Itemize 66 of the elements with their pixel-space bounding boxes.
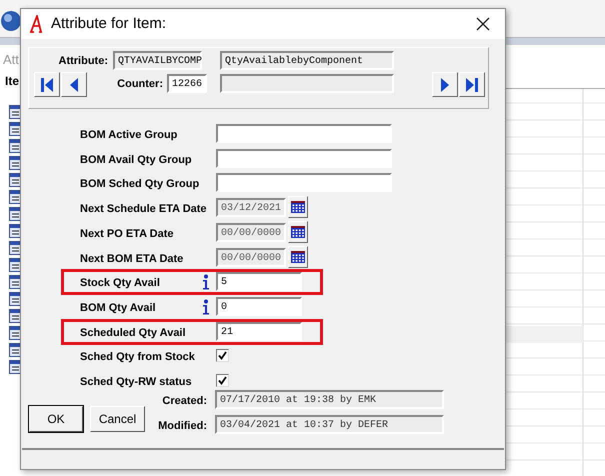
document-icon (9, 326, 22, 340)
next-record-button[interactable] (432, 72, 458, 97)
audit-label: Modified: (157, 419, 207, 434)
field-label: Next PO ETA Date (80, 226, 174, 242)
document-icon (9, 105, 22, 119)
column-header-fragment: Ite (5, 73, 20, 90)
field-label: BOM Qty Avail (80, 300, 156, 316)
field-label: Scheduled Qty Avail (80, 326, 186, 341)
calendar-icon (291, 201, 305, 214)
date-field: 00/00/0000 (216, 248, 286, 266)
calendar-button[interactable] (288, 246, 308, 268)
audit-label: Created: (161, 394, 207, 409)
document-icon (9, 258, 22, 272)
field-label: Next BOM ETA Date (80, 252, 184, 266)
document-icon (9, 156, 22, 170)
check-icon (218, 351, 227, 360)
calendar-button[interactable] (288, 196, 308, 218)
audit-field: 07/17/2010 at 19:38 by EMK (215, 390, 444, 409)
first-icon (40, 76, 54, 92)
document-icon (9, 173, 22, 187)
date-field: 00/00/0000 (216, 222, 286, 242)
first-record-button[interactable] (34, 72, 60, 97)
counter-label: Counter: (116, 77, 163, 92)
field-label: Sched Qty from Stock (80, 350, 195, 366)
attribute-label: Attribute: (58, 54, 108, 69)
document-icon (9, 190, 22, 204)
field-label: BOM Sched Qty Group (80, 177, 200, 192)
document-icon (9, 343, 22, 357)
globe-icon (0, 10, 22, 32)
attribute-name-field: QtyAvailablebyComponent (220, 51, 394, 70)
field-label: Next Schedule ETA Date (80, 202, 207, 218)
field-label: BOM Avail Qty Group (80, 152, 192, 168)
check-icon (218, 376, 227, 385)
document-icon (9, 241, 22, 255)
calendar-icon (291, 226, 305, 238)
field-label: Sched Qty-RW status (80, 375, 192, 390)
window-title: Attribute for Item: (51, 14, 166, 34)
calendar-button[interactable] (288, 220, 308, 243)
number-field: 21 (216, 322, 302, 341)
field-label: BOM Active Group (80, 128, 178, 143)
app-logo-icon (29, 15, 43, 33)
document-icon (9, 309, 22, 323)
document-icon (9, 292, 22, 306)
audit-field: 03/04/2021 at 10:37 by DEFER (215, 415, 444, 434)
window-title-fragment: Att (3, 51, 19, 69)
ok-button[interactable]: OK (29, 406, 83, 432)
cancel-button[interactable]: Cancel (90, 406, 145, 432)
checkbox[interactable] (216, 349, 229, 362)
document-icon (9, 139, 22, 153)
field-label: Stock Qty Avail (80, 276, 160, 292)
number-field: 0 (216, 296, 302, 316)
document-icon (9, 360, 22, 374)
date-field: 03/12/2021 (216, 198, 286, 218)
attribute-code-field: QTYAVAILBYCOMP (113, 51, 202, 70)
previous-record-button[interactable] (61, 72, 87, 97)
checkbox[interactable] (216, 374, 229, 387)
last-icon (465, 76, 479, 92)
document-icon (9, 275, 22, 289)
last-record-button[interactable] (459, 72, 485, 97)
document-icon (9, 224, 22, 238)
document-icon (9, 207, 22, 221)
calendar-icon (291, 250, 305, 262)
counter-field: 12266 (167, 74, 207, 93)
number-field: 5 (216, 272, 302, 292)
close-icon (476, 17, 490, 31)
document-icon (9, 122, 22, 136)
